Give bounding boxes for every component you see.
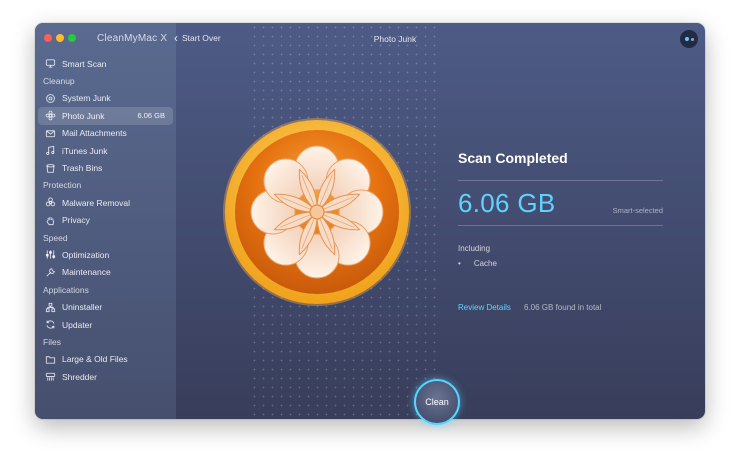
sidebar-item-label: Trash Bins [62, 163, 103, 174]
sidebar-section-speed: Speed [43, 232, 68, 243]
assistant-dot-icon [690, 37, 694, 41]
list-item: • Cache [458, 259, 497, 268]
sidebar-item-maintenance[interactable]: Maintenance [35, 264, 176, 281]
refresh-icon [44, 319, 56, 331]
sidebar-item-large-old-files[interactable]: Large & Old Files [35, 351, 176, 368]
sidebar-item-label: Shredder [62, 371, 97, 382]
close-window-button[interactable] [44, 34, 52, 42]
hand-icon [44, 214, 56, 226]
app-title: CleanMyMac X [97, 33, 168, 44]
list-item-label: Cache [473, 259, 497, 268]
shredder-icon [44, 371, 56, 383]
biohazard-icon [44, 197, 56, 209]
sidebar-item-label: System Junk [62, 93, 111, 104]
gear-icon [44, 92, 56, 104]
sidebar-item-mail-attachments[interactable]: Mail Attachments [35, 125, 176, 142]
sidebar-section-protection: Protection [43, 180, 82, 191]
sidebar-item-label: Smart Scan [62, 58, 107, 69]
including-label: Including [458, 244, 491, 253]
divider [458, 180, 663, 181]
start-over-button[interactable]: ‹ Start Over [174, 32, 221, 44]
sliders-icon [44, 249, 56, 261]
start-over-label: Start Over [182, 33, 221, 43]
sidebar-item-uninstaller[interactable]: Uninstaller [35, 298, 176, 315]
music-note-icon [44, 145, 56, 157]
sidebar-item-itunes-junk[interactable]: iTunes Junk [35, 142, 176, 159]
sidebar-nav: Smart Scan Cleanup System Junk Photo Jun… [35, 55, 176, 385]
minimize-window-button[interactable] [56, 34, 64, 42]
found-total-text: 6.06 GB found in total [524, 303, 602, 312]
sidebar-item-size: 6.06 GB [137, 111, 165, 121]
sidebar-item-label: Large & Old Files [62, 354, 128, 365]
sidebar-item-label: Malware Removal [62, 197, 131, 208]
sidebar-section-files: Files [43, 336, 61, 347]
smart-selected-label: Smart-selected [612, 206, 663, 215]
assistant-button[interactable] [680, 30, 698, 48]
review-details-link[interactable]: Review Details [458, 303, 511, 312]
sidebar-item-shredder[interactable]: Shredder [35, 368, 176, 385]
sidebar-item-malware-removal[interactable]: Malware Removal [35, 194, 176, 211]
flower-icon [44, 110, 56, 122]
sidebar-item-privacy[interactable]: Privacy [35, 212, 176, 229]
mail-icon [44, 127, 56, 139]
uninstaller-icon [44, 301, 56, 313]
chevron-left-icon: ‹ [174, 31, 178, 45]
photo-junk-icon [221, 116, 413, 308]
folder-icon [44, 353, 56, 365]
bullet-glyph: • [458, 259, 461, 268]
sidebar-item-photo-junk[interactable]: Photo Junk 6.06 GB [38, 107, 173, 125]
divider [458, 225, 663, 226]
sidebar-item-label: Mail Attachments [62, 128, 127, 139]
app-window: CleanMyMac X Smart Scan Cleanup System J… [35, 23, 705, 419]
sidebar-item-label: Uninstaller [62, 302, 103, 313]
sidebar-section-cleanup: Cleanup [43, 76, 75, 87]
sidebar-item-label: Maintenance [62, 267, 111, 278]
sidebar-section-applications: Applications [43, 284, 89, 295]
monitor-icon [44, 58, 56, 70]
assistant-dot-icon [684, 37, 689, 41]
sidebar-item-label: Privacy [62, 215, 90, 226]
sidebar-item-label: Updater [62, 319, 93, 330]
page-title: Photo Junk [373, 34, 417, 44]
clean-button[interactable]: Clean [414, 379, 460, 425]
sidebar-item-label: iTunes Junk [62, 145, 108, 156]
sidebar-item-system-junk[interactable]: System Junk [35, 90, 176, 107]
wrench-icon [44, 266, 56, 278]
sidebar-item-smart-scan[interactable]: Smart Scan [35, 55, 176, 72]
trash-icon [44, 162, 56, 174]
sidebar-item-updater[interactable]: Updater [35, 316, 176, 333]
sidebar-item-optimization[interactable]: Optimization [35, 246, 176, 263]
junk-size-value: 6.06 GB [458, 188, 556, 218]
sidebar-item-label: Photo Junk [62, 110, 105, 121]
scan-completed-title: Scan Completed [458, 150, 568, 166]
sidebar-item-trash-bins[interactable]: Trash Bins [35, 159, 176, 176]
sidebar-item-label: Optimization [62, 249, 110, 260]
maximize-window-button[interactable] [68, 34, 76, 42]
sidebar: CleanMyMac X Smart Scan Cleanup System J… [35, 23, 176, 419]
